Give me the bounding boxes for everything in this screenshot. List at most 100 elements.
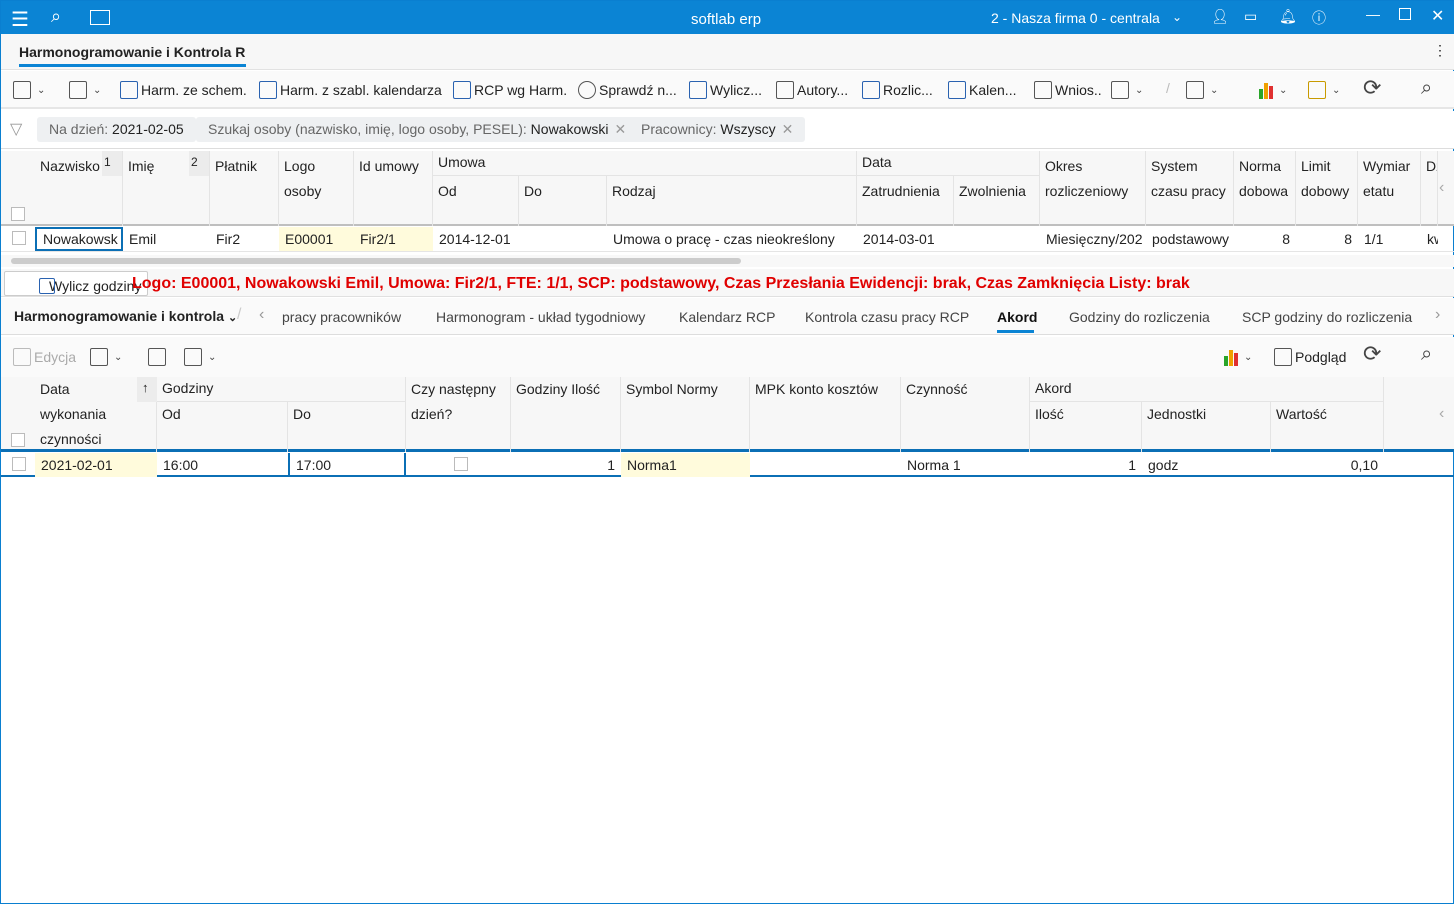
- subtab[interactable]: pracy pracowników: [282, 309, 401, 325]
- column-header[interactable]: Id umowy: [354, 151, 433, 226]
- table-cell[interactable]: 1: [1030, 453, 1142, 477]
- column-header[interactable]: Czy następny dzień?: [406, 377, 511, 452]
- no-schedule-button[interactable]: ⌄: [1111, 79, 1143, 101]
- rozlic-button[interactable]: Rozlic...: [862, 79, 933, 101]
- subtab[interactable]: Kontrola czasu pracy RCP: [805, 309, 969, 325]
- kalen-button[interactable]: Kalen...: [948, 79, 1016, 101]
- search-filter-chip[interactable]: Szukaj osoby (nazwisko, imię, logo osoby…: [196, 117, 639, 142]
- column-header[interactable]: Norma dobowa: [1234, 151, 1296, 226]
- column-header[interactable]: Od: [157, 402, 288, 452]
- subtab[interactable]: Akord: [997, 309, 1037, 325]
- sort-asc-icon[interactable]: ↑: [137, 377, 157, 402]
- sprawdz-button[interactable]: Sprawdź n...: [578, 79, 677, 101]
- more-icon[interactable]: ⋮: [1433, 42, 1447, 59]
- preview-button[interactable]: Podgląd: [1274, 346, 1346, 368]
- column-header[interactable]: Czynność: [901, 377, 1030, 452]
- table-cell[interactable]: Emil: [123, 227, 210, 251]
- workers-filter-chip[interactable]: Pracownicy: Wszyscy ✕: [629, 117, 806, 142]
- table-cell[interactable]: 1/1: [1358, 227, 1421, 251]
- column-header[interactable]: Jednostki: [1142, 402, 1271, 452]
- filter-icon[interactable]: ▽: [10, 119, 22, 139]
- scroll-left-icon[interactable]: ‹: [1439, 179, 1444, 197]
- table-cell[interactable]: Norma 1: [901, 453, 1030, 477]
- table-cell[interactable]: Umowa o pracę - czas nieokreślony: [607, 227, 857, 251]
- refresh-icon[interactable]: ⟳: [1363, 341, 1381, 367]
- harm-z-szabl-button[interactable]: Harm. z szabl. kalendarza: [259, 79, 442, 101]
- column-header[interactable]: Wartość: [1271, 402, 1384, 452]
- config-button[interactable]: ⌄: [1308, 79, 1340, 101]
- refresh-icon[interactable]: ⟳: [1363, 75, 1381, 101]
- column-header[interactable]: Logo osoby: [279, 151, 354, 226]
- user-icon[interactable]: 👤︎: [1211, 8, 1229, 25]
- select-all-checkbox[interactable]: [11, 433, 25, 447]
- table-cell[interactable]: [954, 227, 1040, 251]
- table-cell[interactable]: [519, 227, 607, 251]
- table-cell[interactable]: kwi: [1421, 227, 1438, 251]
- company-selector[interactable]: 2 - Nasza firma 0 - centrala: [991, 10, 1160, 26]
- table-cell[interactable]: E00001: [279, 227, 354, 251]
- subtab[interactable]: Godziny do rozliczenia: [1069, 309, 1210, 325]
- column-header[interactable]: MPK konto kosztów: [750, 377, 901, 452]
- column-header[interactable]: Okres rozliczeniowy: [1040, 151, 1146, 226]
- module-selector[interactable]: Harmonogramowanie i kontrola ⌄: [14, 308, 237, 324]
- column-header[interactable]: Od: [433, 176, 519, 226]
- scroll-left-icon[interactable]: ‹: [259, 306, 264, 324]
- column-header[interactable]: Rodzaj: [607, 176, 857, 226]
- scroll-right-icon[interactable]: ›: [1435, 306, 1440, 324]
- wylicz-godziny-button[interactable]: Wylicz godziny: [4, 271, 149, 296]
- doc-tab[interactable]: Harmonogramowanie i Kontrola RCP: [19, 44, 246, 60]
- table-cell[interactable]: Fir2: [210, 227, 279, 251]
- menu-icon[interactable]: ☰: [11, 7, 29, 32]
- subtab[interactable]: Kalendarz RCP: [679, 309, 776, 325]
- search-filter-icon[interactable]: ⌕: [1421, 343, 1432, 366]
- print-button[interactable]: ⌄: [184, 346, 216, 368]
- doc-settings-button[interactable]: ⌄: [69, 79, 101, 101]
- table-cell[interactable]: 8: [1234, 227, 1296, 251]
- table-cell[interactable]: 1: [511, 453, 621, 477]
- bell-icon[interactable]: 🔔︎: [1279, 8, 1297, 25]
- maximize-icon[interactable]: [1399, 8, 1411, 20]
- row-checkbox[interactable]: [12, 457, 26, 471]
- column-header[interactable]: Symbol Normy: [621, 377, 750, 452]
- column-header[interactable]: Limit dobowy: [1296, 151, 1358, 226]
- column-header[interactable]: System czasu pracy: [1146, 151, 1234, 226]
- column-header[interactable]: Zatrudnienia: [857, 176, 954, 226]
- print-button[interactable]: ⌄: [13, 79, 45, 101]
- column-header[interactable]: Godziny Ilość: [511, 377, 621, 452]
- column-header[interactable]: Do: [519, 176, 607, 226]
- delete-button[interactable]: [148, 346, 166, 368]
- wylicz-button[interactable]: Wylicz...: [689, 79, 762, 101]
- table-cell[interactable]: 16:00: [157, 453, 288, 477]
- subtab[interactable]: SCP godziny do rozliczenia: [1242, 309, 1412, 325]
- search-filter-icon[interactable]: ⌕: [1421, 77, 1432, 100]
- close-icon[interactable]: ✕: [614, 121, 626, 137]
- minimize-icon[interactable]: —: [1366, 6, 1380, 22]
- table-cell[interactable]: Nowakowsk: [35, 227, 123, 251]
- info-doc-button[interactable]: ⌄: [90, 346, 122, 368]
- scrollbar-thumb[interactable]: [11, 258, 741, 264]
- search-icon[interactable]: ⌕: [51, 6, 61, 27]
- edit-button[interactable]: Edycja: [13, 346, 76, 368]
- horizontal-scrollbar[interactable]: [1, 255, 1454, 267]
- close-icon[interactable]: ✕: [782, 121, 794, 137]
- sort-asc-icon[interactable]: 1: [102, 151, 122, 176]
- rcp-wg-harm-button[interactable]: RCP wg Harm.: [453, 79, 567, 101]
- scroll-left-icon[interactable]: ‹: [1439, 405, 1444, 423]
- column-header[interactable]: Do: [288, 402, 406, 452]
- table-cell[interactable]: 2014-12-01: [433, 227, 519, 251]
- row-checkbox[interactable]: [12, 231, 26, 245]
- table-cell[interactable]: 0,10: [1271, 453, 1384, 477]
- table-cell[interactable]: [750, 453, 901, 477]
- date-filter-chip[interactable]: Na dzień: 2021-02-05: [37, 117, 196, 142]
- table-cell[interactable]: Fir2/1: [354, 227, 433, 251]
- column-header[interactable]: Zwolnienia: [954, 176, 1040, 226]
- column-header[interactable]: Płatnik: [210, 151, 279, 226]
- chart-button[interactable]: ⌄: [1224, 346, 1252, 368]
- chat-icon[interactable]: ▭: [1244, 8, 1257, 25]
- table-cell[interactable]: 17:00: [288, 453, 406, 477]
- table-cell[interactable]: Miesięczny/202: [1040, 227, 1146, 251]
- export-button[interactable]: ⌄: [1186, 79, 1218, 101]
- chevron-down-icon[interactable]: ⌄: [1172, 10, 1182, 24]
- column-header[interactable]: Ilość: [1030, 402, 1142, 452]
- select-all-checkbox[interactable]: [11, 207, 25, 221]
